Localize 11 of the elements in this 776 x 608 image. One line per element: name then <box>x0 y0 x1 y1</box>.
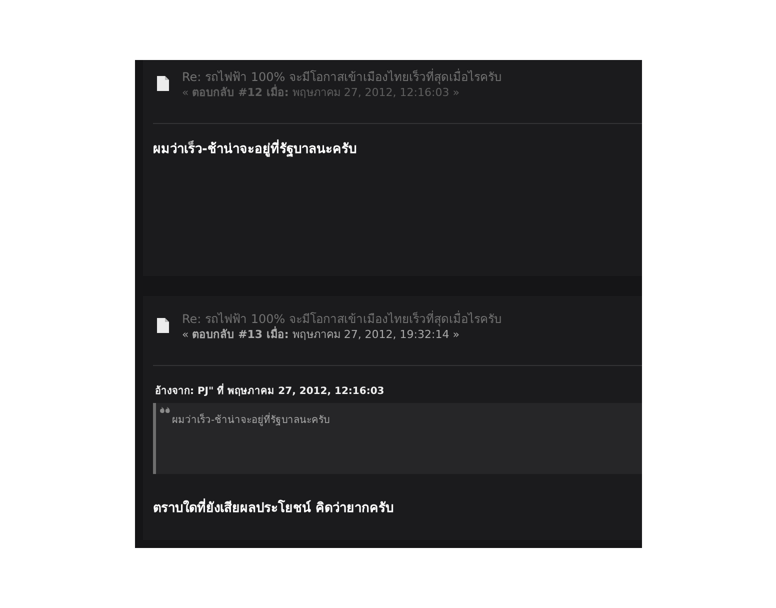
post-reply-info: « ตอบกลับ #12 เมื่อ: พฤษภาคม 27, 2012, 12:16:03 » <box>182 85 460 100</box>
post-body-text: ตราบใดที่ยังเสียผลประโยชน์ คิดว่ายากครับ <box>153 500 394 518</box>
post-reply-info: « ตอบกลับ #13 เมื่อ: พฤษภาคม 27, 2012, 19:32:14 » <box>182 327 460 342</box>
document-icon <box>157 318 169 333</box>
post-body-text: ผมว่าเร็ว-ช้าน่าจะอยู่ที่รัฐบาลนะครับ <box>153 141 356 159</box>
post-title-link[interactable]: Re: รถไฟฟ้า 100% จะมีโอกาสเข้าเมืองไทยเร็วที่สุดเมื่อไรครับ <box>182 70 502 85</box>
quote-text: ผมว่าเร็ว-ช้าน่าจะอยู่ที่รัฐบาลนะครับ <box>172 414 330 427</box>
document-icon <box>157 76 169 91</box>
post-title-link[interactable]: Re: รถไฟฟ้า 100% จะมีโอกาสเข้าเมืองไทยเร็วที่สุดเมื่อไรครับ <box>182 312 502 327</box>
quote-mark-icon <box>160 407 170 414</box>
quote-header-link[interactable]: อ้างจาก: PJ" ที่ พฤษภาคม 27, 2012, 12:16:03 <box>155 385 384 399</box>
